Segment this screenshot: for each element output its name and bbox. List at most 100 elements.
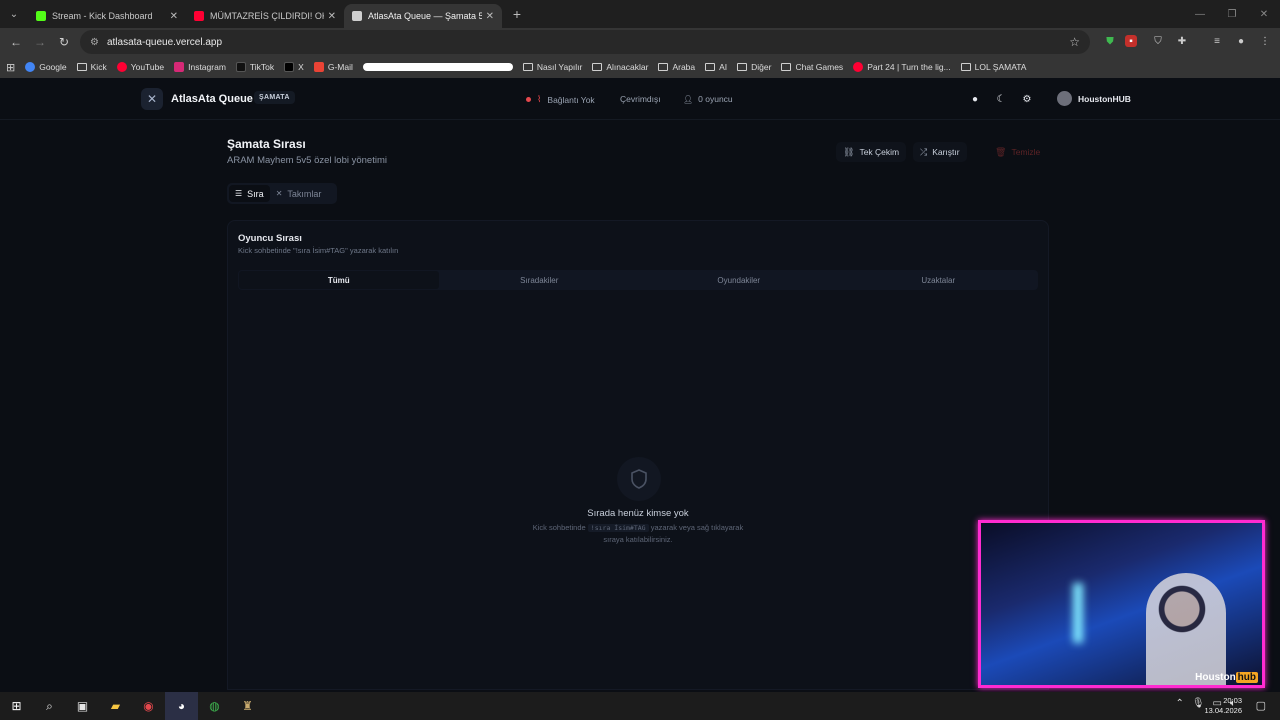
view-tabs: ☰ Sıra ✕ Takımlar <box>227 183 337 204</box>
page-icon <box>352 11 362 21</box>
bookmark-alinacaklar[interactable]: Alınacaklar <box>592 62 648 72</box>
github-icon[interactable]: ● <box>968 92 982 106</box>
reload-icon[interactable]: ↻ <box>52 30 76 54</box>
new-tab-button[interactable]: + <box>506 6 528 22</box>
youtube-icon <box>116 62 127 72</box>
webcam-overlay: Houston hub <box>978 520 1265 688</box>
profile-avatar-icon[interactable]: ● <box>1232 32 1250 50</box>
menu-dots-icon[interactable]: ⋮ <box>1256 32 1274 50</box>
shuffle-icon: ⤮ <box>920 146 928 157</box>
extension-red-icon[interactable]: ▪ <box>1125 35 1137 47</box>
crossed-swords-icon[interactable]: ✕ <box>141 88 163 110</box>
back-icon[interactable]: ← <box>4 30 28 54</box>
file-explorer-icon[interactable]: ▰ <box>99 692 132 720</box>
search-icon[interactable]: ⌕ <box>33 692 66 720</box>
tab-atlasata-queue[interactable]: AtlasAta Queue — Şamata 5v5 ✕ <box>344 4 502 28</box>
bookmark-nasil-yapilir[interactable]: Nasıl Yapılır <box>522 62 582 72</box>
bookmark-redacted[interactable] <box>362 63 513 71</box>
status-dot <box>526 97 531 102</box>
close-icon[interactable]: ✕ <box>170 11 178 22</box>
bookmark-araba[interactable]: Araba <box>658 62 695 72</box>
minimize-icon[interactable]: — <box>1184 0 1216 28</box>
close-icon[interactable]: ✕ <box>328 11 336 22</box>
bookmark-chat-games[interactable]: Chat Games <box>781 62 843 72</box>
brand-name[interactable]: AtlasAta Queue <box>171 93 253 105</box>
link-icon: ⛓ <box>843 146 855 157</box>
microphone-icon[interactable]: 🎙︎ <box>1192 698 1205 709</box>
close-icon[interactable]: ✕ <box>486 11 494 22</box>
bookmark-diger[interactable]: Diğer <box>737 62 771 72</box>
clear-button[interactable]: 🗑︎ Temizle <box>988 142 1047 162</box>
windows-start-icon[interactable]: ⊞ <box>0 692 33 720</box>
folder-icon <box>781 63 792 71</box>
moon-icon[interactable]: ☾ <box>994 92 1008 106</box>
filter-away[interactable]: Uzaktalar <box>839 270 1039 290</box>
empty-state-title: Sırada henüz kimse yok <box>587 508 689 519</box>
online-status: Çevrimdışı <box>620 94 661 104</box>
tab-teams[interactable]: ✕ Takımlar <box>270 185 328 202</box>
bookmark-gmail[interactable]: G-Mail <box>313 62 353 72</box>
forward-icon[interactable]: → <box>28 30 52 54</box>
tab-kick-dashboard[interactable]: Stream - Kick Dashboard ✕ <box>28 4 186 28</box>
media-controls-icon[interactable]: ≡ <box>1208 32 1226 50</box>
filter-in-game[interactable]: Oyundakiler <box>639 270 839 290</box>
folder-icon <box>960 63 971 71</box>
folder-icon <box>76 63 87 71</box>
close-window-icon[interactable]: ✕ <box>1248 0 1280 28</box>
chrome-icon[interactable]: ◍ <box>198 692 231 720</box>
bookmark-ai[interactable]: AI <box>705 62 727 72</box>
gear-icon[interactable]: ⚙ <box>1020 92 1034 106</box>
queue-title: Oyuncu Sırası <box>238 233 302 244</box>
app-red-icon[interactable]: ◉ <box>132 692 165 720</box>
clock[interactable]: 20:03 13.04.2026 <box>1204 696 1242 716</box>
tab-youtube[interactable]: MÜMTAZREİS ÇILDIRDI! OKAN ✕ <box>186 4 344 28</box>
notification-icon[interactable]: ▢ <box>1256 699 1266 712</box>
single-draw-button[interactable]: ⛓ Tek Çekim <box>836 142 907 162</box>
filter-waiting[interactable]: Sıradakiler <box>440 270 640 290</box>
apps-grid-icon[interactable]: ⊞ <box>6 61 15 74</box>
bookmark-lol-samata[interactable]: LOL ŞAMATA <box>960 62 1026 72</box>
bookmarks-bar: ⊞ Google Kick YouTube Instagram TikTok X… <box>0 56 1280 78</box>
browser-tab-bar: ⌄ Stream - Kick Dashboard ✕ MÜMTAZREİS Ç… <box>0 0 1280 28</box>
queue-card: Oyuncu Sırası Kick sohbetinde "!sıra İsi… <box>227 220 1049 690</box>
youtube-icon <box>853 62 864 72</box>
user-menu[interactable]: HoustonHUB <box>1057 91 1131 106</box>
bookmark-part-24[interactable]: Part 24 | Turn the lig... <box>853 62 951 72</box>
page-title: Şamata Sırası <box>227 137 306 151</box>
extensions-puzzle-icon[interactable]: ✚ <box>1173 32 1191 50</box>
league-client-icon[interactable]: ♜ <box>231 692 264 720</box>
filter-all[interactable]: Tümü <box>239 271 439 289</box>
google-icon <box>25 62 36 72</box>
tab-search-icon[interactable]: ⌄ <box>0 0 28 28</box>
folder-icon <box>522 63 533 71</box>
extension-shield-icon[interactable]: ⛊ <box>1101 32 1119 50</box>
bookmark-google[interactable]: Google <box>25 62 67 72</box>
wifi-off-icon: ⌇ <box>537 94 542 104</box>
tiktok-icon <box>235 62 246 72</box>
tab-title: AtlasAta Queue — Şamata 5v5 <box>368 11 482 21</box>
tab-queue[interactable]: ☰ Sıra <box>229 185 270 202</box>
restore-icon[interactable]: ❐ <box>1216 0 1248 28</box>
user-icon: 👤︎ <box>683 94 694 104</box>
bookmark-tiktok[interactable]: TikTok <box>235 62 274 72</box>
player-count: 👤︎ 0 oyuncu <box>683 94 733 104</box>
address-bar[interactable]: ⚙ atlasata-queue.vercel.app ☆ <box>80 30 1090 54</box>
task-view-icon[interactable]: ▣ <box>66 692 99 720</box>
page-subtitle: ARAM Mayhem 5v5 özel lobi yönetimi <box>227 155 387 166</box>
queue-hint: Kick sohbetinde "!sıra İsim#TAG" yazarak… <box>238 246 399 255</box>
mode-badge: ŞAMATA <box>254 91 295 104</box>
bookmark-kick[interactable]: Kick <box>76 62 107 72</box>
bookmark-youtube[interactable]: YouTube <box>116 62 164 72</box>
top-nav: ✕ AtlasAta Queue ŞAMATA ⌇ Bağlantı Yok Ç… <box>0 80 1280 120</box>
discord-icon[interactable]: ◕ <box>165 692 198 720</box>
bookmark-x[interactable]: X <box>284 62 304 72</box>
bookmark-star-icon[interactable]: ☆ <box>1069 35 1080 49</box>
kick-icon <box>36 11 46 21</box>
extension-shield-icon[interactable]: ⛉ <box>1149 32 1167 50</box>
site-info-icon[interactable]: ⚙ <box>90 37 99 48</box>
bookmark-instagram[interactable]: Instagram <box>174 62 226 72</box>
chevron-up-icon[interactable]: ⌃ <box>1175 698 1183 709</box>
light-glow <box>1073 583 1083 643</box>
shuffle-button[interactable]: ⤮ Karıştır <box>913 142 967 162</box>
folder-icon <box>705 63 716 71</box>
